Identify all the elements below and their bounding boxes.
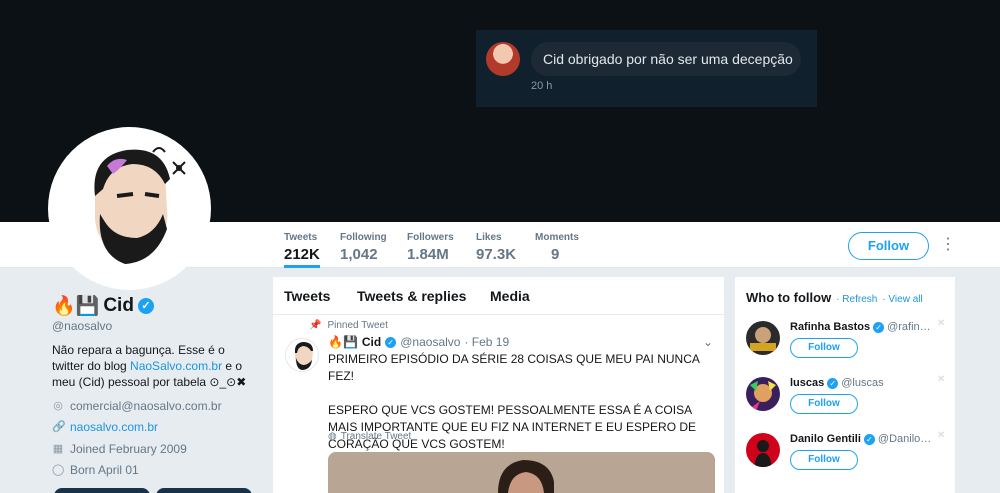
dismiss-icon[interactable]: ✕ bbox=[937, 374, 945, 385]
dm-sender-avatar bbox=[486, 42, 520, 76]
verified-badge-icon: ✓ bbox=[137, 298, 154, 314]
stat-value: 9 bbox=[551, 246, 560, 263]
profile-birthday: ◯ Born April 01 bbox=[52, 463, 139, 477]
suggestion-avatar[interactable] bbox=[746, 321, 780, 355]
calendar-icon: ▦ bbox=[52, 443, 64, 455]
suggestion-avatar[interactable] bbox=[746, 377, 780, 411]
tweet-avatar[interactable] bbox=[285, 338, 319, 372]
tab-tweets[interactable]: Tweets bbox=[284, 288, 330, 304]
avatar-illustration bbox=[55, 134, 204, 283]
profile-name: 🔥💾 Cid ✓ bbox=[52, 294, 154, 318]
tweet-author-name[interactable]: Cid bbox=[362, 335, 381, 349]
verified-badge-icon: ✓ bbox=[863, 433, 875, 445]
sidebar-button[interactable] bbox=[54, 488, 150, 493]
stat-label: Likes bbox=[476, 232, 502, 243]
name-text: Cid bbox=[103, 295, 134, 316]
joined-text: Joined February 2009 bbox=[70, 442, 187, 456]
tweet-line: ESPERO QUE VCS GOSTEM! PESSOALMENTE ESSA… bbox=[328, 403, 697, 451]
tweet-date[interactable]: · Feb 19 bbox=[464, 335, 509, 349]
stat-label: Tweets bbox=[284, 232, 318, 243]
dismiss-icon[interactable]: ✕ bbox=[937, 430, 945, 441]
follow-button[interactable]: Follow bbox=[848, 232, 929, 260]
suggestion-handle: @Danilo… bbox=[877, 433, 932, 445]
who-to-follow: Who to follow · Refresh · View all Rafin… bbox=[735, 277, 955, 493]
suggestion-item: Rafinha Bastos ✓ @rafin… ✕ Follow bbox=[735, 318, 955, 373]
translate-text: Translate Tweet bbox=[340, 431, 412, 442]
stat-moments[interactable]: Moments 9 bbox=[535, 232, 579, 263]
timeline-tabs: Tweets Tweets & replies Media bbox=[273, 277, 724, 315]
suggestion-handle: @rafin… bbox=[887, 321, 931, 333]
location-icon: ◎ bbox=[53, 400, 63, 412]
tweet-header: 🔥💾 Cid ✓ @naosalvo · Feb 19 bbox=[328, 335, 509, 349]
dm-message: Cid obrigado por não ser uma decepção bbox=[531, 42, 801, 76]
name-emoji: 🔥💾 bbox=[52, 296, 100, 317]
tweet-emoji: 🔥💾 bbox=[328, 335, 358, 349]
timeline: Tweets Tweets & replies Media 📌 Pinned T… bbox=[273, 277, 724, 493]
profile-email: ◎ comercial@naosalvo.com.br bbox=[52, 399, 222, 413]
tab-media[interactable]: Media bbox=[490, 288, 530, 304]
view-all-link[interactable]: · View all bbox=[882, 294, 922, 305]
wtf-header: Who to follow · Refresh · View all bbox=[746, 290, 923, 305]
pinned-text: Pinned Tweet bbox=[327, 320, 388, 331]
verified-badge-icon: ✓ bbox=[827, 377, 839, 389]
balloon-icon: ◯ bbox=[52, 464, 65, 476]
suggestion-name: Danilo Gentili bbox=[790, 433, 861, 445]
wtf-title: Who to follow bbox=[746, 290, 832, 305]
pinned-tweet-label: 📌 Pinned Tweet bbox=[309, 320, 388, 331]
refresh-link[interactable]: · Refresh bbox=[836, 294, 877, 305]
stat-value: 97.3K bbox=[476, 246, 517, 263]
pin-icon: 📌 bbox=[309, 320, 322, 331]
website-link[interactable]: naosalvo.com.br bbox=[70, 420, 158, 434]
profile-joined: ▦ Joined February 2009 bbox=[52, 442, 187, 456]
suggestion-follow-button[interactable]: Follow bbox=[790, 450, 858, 470]
profile-handle: @naosalvo bbox=[52, 319, 113, 333]
stat-label: Following bbox=[340, 232, 387, 243]
suggestion-follow-button[interactable]: Follow bbox=[790, 394, 858, 414]
stat-likes[interactable]: Likes 97.3K bbox=[476, 232, 516, 263]
verified-badge-icon: ✓ bbox=[873, 321, 885, 333]
tweet-line: PRIMEIRO EPISÓDIO DA SÉRIE 28 COISAS QUE… bbox=[328, 352, 700, 383]
profile-bio: Não repara a bagunça. Esse é o twitter d… bbox=[52, 342, 257, 390]
tab-tweets-replies[interactable]: Tweets & replies bbox=[357, 288, 466, 304]
suggestion-name-row[interactable]: Rafinha Bastos ✓ @rafin… bbox=[790, 321, 940, 333]
suggestion-name: Rafinha Bastos bbox=[790, 321, 871, 333]
dismiss-icon[interactable]: ✕ bbox=[937, 318, 945, 329]
link-icon: 🔗 bbox=[52, 421, 66, 433]
bio-link[interactable]: NaoSalvo.com.br bbox=[130, 359, 222, 373]
stat-value: 1,042 bbox=[340, 246, 378, 263]
stat-value: 1.84M bbox=[407, 246, 449, 263]
suggestion-avatar[interactable] bbox=[746, 433, 780, 467]
email-text: comercial@naosalvo.com.br bbox=[70, 399, 222, 413]
stat-value: 212K bbox=[284, 246, 320, 263]
stat-tweets[interactable]: Tweets 212K bbox=[284, 232, 320, 268]
sidebar-button[interactable] bbox=[156, 488, 252, 493]
stat-following[interactable]: Following 1,042 bbox=[340, 232, 387, 263]
suggestion-handle: @luscas bbox=[841, 377, 884, 389]
profile-avatar[interactable] bbox=[48, 127, 211, 290]
more-options-icon[interactable]: ⋮ bbox=[940, 234, 956, 256]
stat-followers[interactable]: Followers 1.84M bbox=[407, 232, 454, 263]
dm-timestamp: 20 h bbox=[531, 80, 553, 92]
suggestion-item: luscas ✓ @luscas ✕ Follow bbox=[735, 374, 955, 429]
suggestion-name-row[interactable]: luscas ✓ @luscas bbox=[790, 377, 940, 389]
suggestion-name-row[interactable]: Danilo Gentili ✓ @Danilo… bbox=[790, 433, 940, 445]
suggestion-follow-button[interactable]: Follow bbox=[790, 338, 858, 358]
tweet-author-handle[interactable]: @naosalvo bbox=[400, 335, 460, 349]
stat-label: Moments bbox=[535, 232, 579, 243]
verified-badge-icon: ✓ bbox=[385, 336, 397, 348]
translate-tweet[interactable]: ◍ Translate Tweet bbox=[328, 431, 411, 442]
suggestion-name: luscas bbox=[790, 377, 825, 389]
suggestion-item: Danilo Gentili ✓ @Danilo… ✕ Follow bbox=[735, 430, 955, 485]
tweet-media[interactable] bbox=[328, 452, 715, 493]
born-text: Born April 01 bbox=[70, 463, 139, 477]
dm-notification[interactable]: Cid obrigado por não ser uma decepção 20… bbox=[476, 30, 817, 107]
profile-website: 🔗 naosalvo.com.br bbox=[52, 420, 158, 434]
chevron-down-icon[interactable]: ⌄ bbox=[703, 335, 713, 349]
stat-label: Followers bbox=[407, 232, 454, 243]
globe-icon: ◍ bbox=[328, 431, 337, 442]
